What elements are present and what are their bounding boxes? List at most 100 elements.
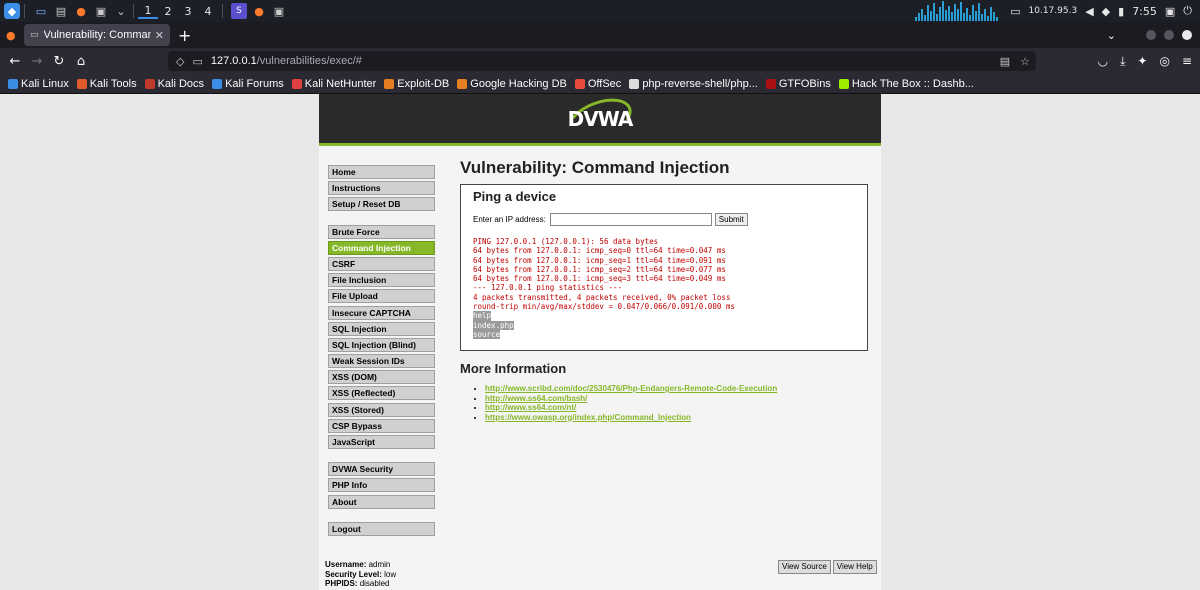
pocket-icon[interactable]: ◡ [1098, 54, 1108, 69]
reload-icon[interactable]: ↻ [48, 54, 70, 69]
menu-item-weak-session-ids[interactable]: Weak Session IDs [328, 354, 435, 369]
bookmark-item[interactable]: Kali Linux [8, 78, 69, 90]
kali-menu-icon[interactable]: ◆ [4, 3, 20, 19]
clock[interactable]: 7:55 [1132, 5, 1157, 18]
menu-item-command-injection[interactable]: Command Injection [328, 240, 435, 255]
shield-icon[interactable]: ◇ [176, 55, 184, 68]
monitor-icon[interactable]: ▭ [1010, 5, 1020, 18]
output-line: index.php [473, 320, 855, 330]
menu-item-csp-bypass[interactable]: CSP Bypass [328, 418, 435, 433]
extensions-icon[interactable]: ✦ [1137, 54, 1147, 69]
bookmark-item[interactable]: Kali NetHunter [291, 78, 376, 90]
lock-icon[interactable]: ▣ [1165, 5, 1175, 18]
menu-item-brute-force[interactable]: Brute Force [328, 224, 435, 239]
menu-item-csrf[interactable]: CSRF [328, 256, 435, 271]
taskbar-firefox-icon[interactable]: ● [251, 3, 267, 19]
bookmark-item[interactable]: php-reverse-shell/php... [629, 78, 758, 90]
bookmark-item[interactable]: Exploit-DB [384, 78, 449, 90]
downloads-icon[interactable]: ⤓ [1120, 54, 1125, 69]
notification-bell-icon[interactable]: ◆ [1102, 5, 1110, 18]
menu-item-dvwa-security[interactable]: DVWA Security [328, 462, 435, 477]
menu-item-setup-reset-db[interactable]: Setup / Reset DB [328, 197, 435, 212]
url-host: 127.0.0.1 [210, 55, 257, 67]
files-icon[interactable]: ▤ [53, 3, 69, 19]
bookmark-item[interactable]: Hack The Box :: Dashb... [838, 78, 974, 90]
reader-view-icon[interactable]: ▤ [1000, 55, 1010, 68]
user-info: Username: admin Security Level: low PHPI… [325, 560, 396, 589]
menu-item-sql-injection[interactable]: SQL Injection [328, 321, 435, 336]
view-source-button[interactable]: View Source [778, 560, 831, 574]
bookmark-item[interactable]: Kali Docs [144, 77, 205, 90]
browser-tab-bar: ● ▭ Vulnerability: Command I ✕ + ⌄ [0, 22, 1200, 48]
view-help-button[interactable]: View Help [832, 560, 877, 574]
workspace-2[interactable]: 2 [158, 5, 178, 18]
home-icon[interactable]: ⌂ [70, 54, 92, 69]
firefox-icon[interactable]: ● [73, 3, 89, 19]
more-info-link[interactable]: http://www.ss64.com/nt/ [485, 403, 576, 412]
menu-item-logout[interactable]: Logout [328, 521, 435, 536]
menu-item-about[interactable]: About [328, 494, 435, 509]
workspace-4[interactable]: 4 [198, 5, 218, 18]
menu-item-file-inclusion[interactable]: File Inclusion [328, 273, 435, 288]
menu-item-xss-dom[interactable]: XSS (DOM) [328, 370, 435, 385]
menu-item-insecure-captcha[interactable]: Insecure CAPTCHA [328, 305, 435, 320]
view-buttons: View Source View Help [778, 560, 877, 574]
menu-item-xss-stored[interactable]: XSS (Stored) [328, 402, 435, 417]
bookmark-favicon-icon [457, 78, 468, 89]
cpu-graph [915, 1, 999, 21]
menu-item-sql-injection-blind[interactable]: SQL Injection (Blind) [328, 337, 435, 352]
page-viewport: DVWA Home Instructions Setup / Reset DB Bru… [0, 90, 1200, 590]
maximize-button[interactable] [1164, 30, 1174, 40]
workspace-1[interactable]: 1 [138, 4, 158, 19]
submit-button[interactable]: Submit [714, 213, 748, 226]
tab-dvwa[interactable]: ▭ Vulnerability: Command I ✕ [24, 24, 170, 46]
output-line: 64 bytes from 127.0.0.1: icmp_seq=2 ttl=… [473, 264, 726, 274]
menu-item-instructions[interactable]: Instructions [328, 181, 435, 196]
more-info-links: http://www.scribd.com/doc/2530476/Php-En… [460, 384, 870, 422]
account-icon[interactable]: ◎ [1159, 54, 1169, 69]
more-info-link[interactable]: http://www.scribd.com/doc/2530476/Php-En… [485, 384, 777, 393]
bookmark-star-icon[interactable]: ☆ [1020, 55, 1030, 68]
more-info-link[interactable]: http://www.ss64.com/bash/ [485, 394, 587, 403]
forward-icon[interactable]: → [26, 54, 48, 69]
ping-box: Ping a device Enter an IP address: Submi… [460, 184, 868, 351]
workspace-3[interactable]: 3 [178, 5, 198, 18]
minimize-button[interactable] [1146, 30, 1156, 40]
list-all-tabs-icon[interactable]: ⌄ [1107, 29, 1116, 42]
list-item: http://www.scribd.com/doc/2530476/Php-En… [485, 384, 870, 394]
menu-item-xss-reflected[interactable]: XSS (Reflected) [328, 386, 435, 401]
desktop-icon[interactable]: ▭ [33, 3, 49, 19]
battery-icon[interactable]: ▮ [1118, 5, 1124, 18]
bookmark-item[interactable]: Google Hacking DB [457, 78, 567, 90]
page-info-icon[interactable]: ▭ [192, 55, 202, 68]
toolbar-right: ◡ ⤓ ✦ ◎ ≡ [1098, 54, 1192, 69]
volume-icon[interactable]: ◀ [1085, 5, 1093, 18]
menu-icon[interactable]: ≡ [1182, 54, 1192, 69]
chevron-down-icon[interactable]: ⌄ [113, 3, 129, 19]
taskbar-app-icon[interactable]: S [231, 3, 247, 19]
new-tab-button[interactable]: + [178, 26, 191, 45]
menu-item-home[interactable]: Home [328, 165, 435, 179]
ip-input[interactable] [549, 213, 712, 226]
taskbar-terminal-icon[interactable]: ▣ [271, 3, 287, 19]
url-bar[interactable]: ◇ ▭ 127.0.0.1/vulnerabilities/exec/# ▤ ☆ [168, 51, 1036, 71]
terminal-icon[interactable]: ▣ [93, 3, 109, 19]
menu-item-javascript[interactable]: JavaScript [328, 435, 435, 449]
close-window-button[interactable] [1182, 30, 1192, 40]
bookmark-item[interactable]: OffSec [574, 78, 621, 90]
firefox-view-icon[interactable]: ● [6, 29, 16, 42]
bookmark-item[interactable]: Kali Tools [76, 78, 137, 90]
menu-item-file-upload[interactable]: File Upload [328, 289, 435, 304]
bookmark-item[interactable]: Kali Forums [212, 78, 284, 90]
bookmark-label: Exploit-DB [397, 77, 450, 90]
back-icon[interactable]: ← [4, 54, 26, 69]
power-icon[interactable]: ⏻ [1183, 4, 1192, 18]
list-item: https://www.owasp.org/index.php/Command_… [485, 413, 870, 423]
close-icon[interactable]: ✕ [155, 29, 164, 42]
bookmark-favicon-icon [144, 78, 155, 89]
bookmark-label: Kali Docs [157, 77, 205, 90]
bookmark-favicon-icon [765, 78, 776, 89]
bookmark-item[interactable]: GTFOBins [765, 78, 831, 90]
menu-item-php-info[interactable]: PHP Info [328, 478, 435, 493]
more-info-link[interactable]: https://www.owasp.org/index.php/Command_… [485, 413, 691, 422]
